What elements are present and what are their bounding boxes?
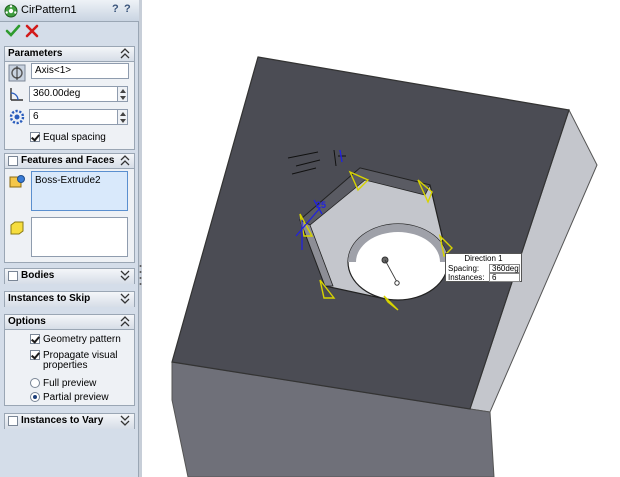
geometry-pattern-checkbox[interactable] xyxy=(30,334,40,344)
bodies-group[interactable]: Bodies xyxy=(4,268,135,284)
full-preview-radio[interactable] xyxy=(30,378,40,388)
collapse-chevron-icon[interactable] xyxy=(120,155,130,166)
angle-icon xyxy=(10,88,23,101)
instances-vary-label: Instances to Vary xyxy=(21,415,104,426)
model-view[interactable]: 25 xyxy=(142,0,620,477)
instances-vary-checkbox[interactable] xyxy=(8,416,18,426)
angle-field[interactable]: 360.00deg xyxy=(29,86,118,102)
feature-icon xyxy=(9,175,25,188)
help-icon[interactable]: ? xyxy=(112,3,119,15)
axis-field[interactable]: Axis<1> xyxy=(31,63,129,79)
expand-chevron-icon[interactable] xyxy=(120,270,130,281)
instances-skip-header[interactable]: Instances to Skip xyxy=(5,292,134,307)
expand-chevron-icon[interactable] xyxy=(120,415,130,426)
callout-instances-value[interactable]: 6 xyxy=(489,273,520,282)
face-icon xyxy=(10,221,24,235)
features-faces-group: Features and Faces Boss-Extrude2 xyxy=(4,153,135,263)
equal-spacing-label: Equal spacing xyxy=(43,132,106,143)
instances-spinner[interactable] xyxy=(117,109,128,125)
instances-skip-label: Instances to Skip xyxy=(8,293,91,304)
property-manager: CirPattern1 ? ? Parameters Axis<1> 360.0… xyxy=(0,0,139,477)
x-icon[interactable] xyxy=(24,23,40,39)
expand-chevron-icon[interactable] xyxy=(120,293,130,304)
instances-vary-header[interactable]: Instances to Vary xyxy=(5,414,134,429)
instances-field[interactable]: 6 xyxy=(29,109,118,125)
features-faces-header[interactable]: Features and Faces xyxy=(5,154,134,169)
circular-pattern-icon xyxy=(4,4,18,18)
full-preview-label: Full preview xyxy=(43,378,97,389)
direction-callout[interactable]: Direction 1 Spacing: 360deg Instances: 6 xyxy=(445,253,522,282)
axis-end-point xyxy=(394,280,400,286)
collapse-chevron-icon[interactable] xyxy=(120,48,130,59)
geometry-pattern-label: Geometry pattern xyxy=(43,334,121,345)
callout-instances-label: Instances: xyxy=(448,273,485,282)
instances-vary-group[interactable]: Instances to Vary xyxy=(4,413,135,429)
callout-title: Direction 1 xyxy=(464,254,503,263)
checkmark-icon[interactable] xyxy=(5,23,21,39)
partial-preview-label: Partial preview xyxy=(43,392,109,403)
feature-title: CirPattern1 xyxy=(21,4,77,16)
collapse-chevron-icon[interactable] xyxy=(120,316,130,327)
partial-preview-radio[interactable] xyxy=(30,392,40,402)
parameters-group: Parameters Axis<1> 360.00deg 6 Equal spa… xyxy=(4,46,135,150)
equal-spacing-checkbox[interactable] xyxy=(30,132,40,142)
callout-spacing-value[interactable]: 360deg xyxy=(489,264,520,273)
bodies-checkbox[interactable] xyxy=(8,271,18,281)
feature-title-bar: CirPattern1 ? ? xyxy=(0,0,139,22)
bodies-header[interactable]: Bodies xyxy=(5,269,134,284)
features-faces-checkbox[interactable] xyxy=(8,156,18,166)
features-list[interactable]: Boss-Extrude2 xyxy=(31,171,128,211)
callout-spacing-label: Spacing: xyxy=(448,264,480,273)
instances-skip-group[interactable]: Instances to Skip xyxy=(4,291,135,307)
parameters-header[interactable]: Parameters xyxy=(5,47,134,62)
options-label: Options xyxy=(8,316,46,327)
options-header[interactable]: Options xyxy=(5,315,134,330)
features-faces-label: Features and Faces xyxy=(21,155,115,166)
axis-icon xyxy=(8,64,26,82)
whats-wrong-icon[interactable]: ? xyxy=(124,3,131,15)
dimension-value[interactable]: 25 xyxy=(316,200,326,210)
propagate-visual-label-2: properties xyxy=(43,360,88,371)
bodies-label: Bodies xyxy=(21,270,55,281)
propagate-visual-checkbox[interactable] xyxy=(30,350,40,360)
angle-spinner[interactable] xyxy=(117,86,128,102)
list-item[interactable]: Boss-Extrude2 xyxy=(35,175,101,186)
gear-icon xyxy=(9,109,25,125)
graphics-area[interactable]: 25 Direction 1 Spacing: 360deg Instances… xyxy=(142,0,620,477)
faces-list[interactable] xyxy=(31,217,128,257)
ok-cancel-bar xyxy=(0,22,139,42)
options-group: Options Geometry pattern Propagate visua… xyxy=(4,314,135,406)
parameters-label: Parameters xyxy=(8,48,63,59)
